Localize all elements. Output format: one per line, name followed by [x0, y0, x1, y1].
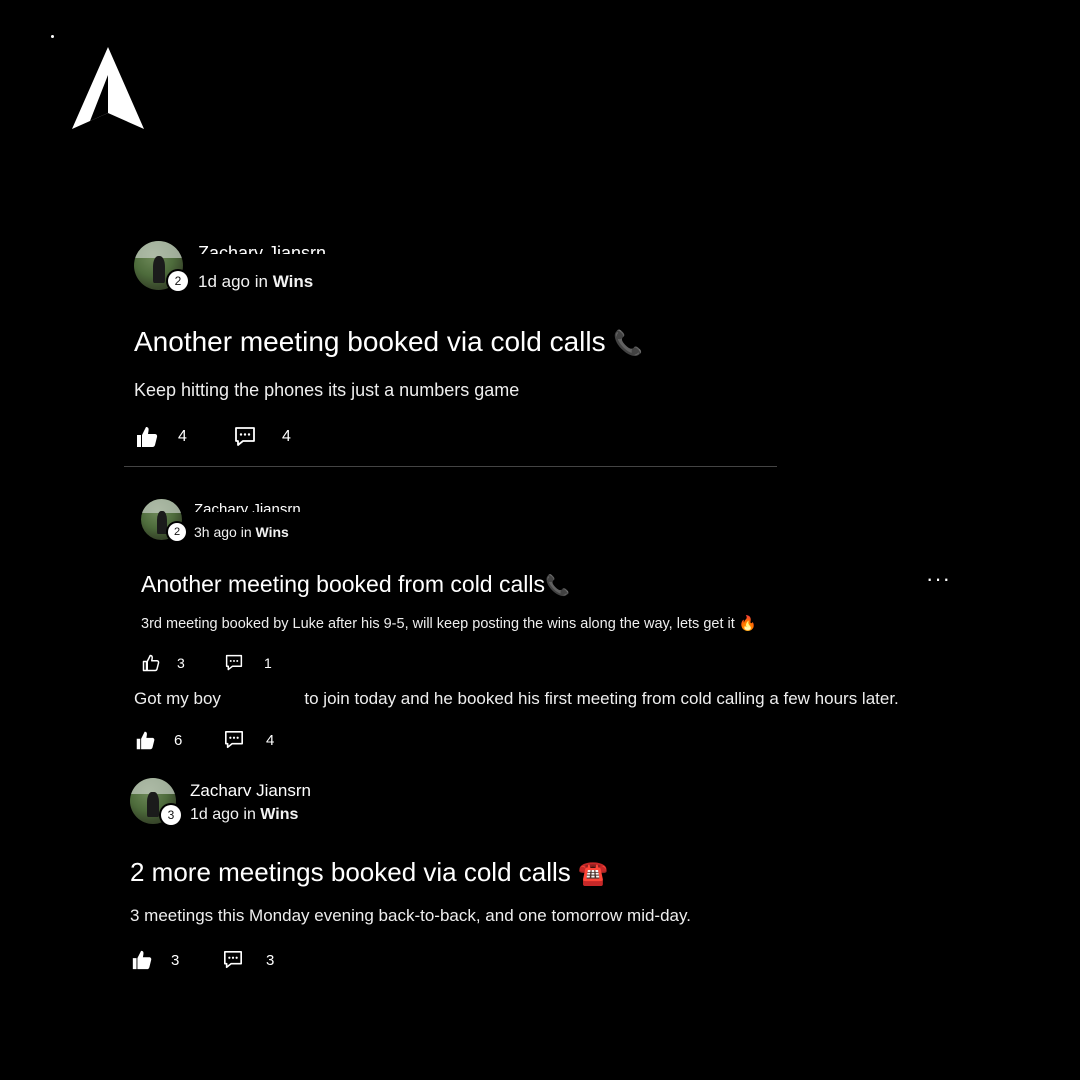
post-title[interactable]: Another meeting booked from cold calls📞: [141, 571, 570, 598]
like-button[interactable]: [135, 730, 156, 751]
post-body: 3rd meeting booked by Luke after his 9-5…: [141, 615, 757, 632]
comment-button[interactable]: [223, 950, 243, 970]
post-time: 1d ago: [198, 272, 250, 291]
level-badge: 3: [161, 805, 181, 825]
post-title-text: Another meeting booked from cold calls: [141, 571, 545, 597]
like-count: 3: [177, 655, 185, 671]
brand-logo: [70, 45, 146, 131]
comment-count: 3: [266, 952, 275, 969]
phone-emoji: 📞: [613, 330, 644, 357]
level-badge: 2: [168, 523, 186, 541]
thumbs-up-icon: [136, 731, 155, 750]
level-badge: 2: [168, 271, 188, 291]
post-title[interactable]: 2 more meetings booked via cold calls ☎️: [130, 857, 608, 888]
post-body: Got my boy to join today and he booked h…: [134, 689, 899, 709]
phone-emoji: 📞: [545, 575, 570, 597]
more-options-button[interactable]: ···: [926, 566, 951, 592]
post-meta: 3h ago in Wins: [194, 524, 289, 540]
post-time: 1d ago: [190, 806, 239, 823]
like-count: 4: [178, 428, 187, 445]
thumbs-up-icon: [142, 654, 160, 672]
in-label: in: [240, 524, 252, 540]
corner-dot: [51, 35, 54, 38]
thumbs-up-icon: [137, 427, 158, 447]
fire-emoji: 🔥: [738, 616, 757, 632]
thumbs-up-icon: [132, 950, 152, 970]
in-label: in: [254, 272, 268, 291]
comment-count: 4: [282, 428, 291, 445]
post-time: 3h ago: [194, 524, 237, 540]
post-body-suffix: to join today and he booked his first me…: [304, 689, 899, 708]
like-button[interactable]: [142, 654, 160, 672]
comment-icon: [225, 654, 243, 671]
category-link[interactable]: Wins: [260, 806, 298, 823]
post-body: Keep hitting the phones its just a numbe…: [134, 380, 520, 400]
like-count: 6: [174, 732, 183, 749]
like-button[interactable]: [135, 425, 159, 449]
author-name[interactable]: Zachary Jiansrn: [194, 499, 324, 512]
category-link[interactable]: Wins: [256, 524, 289, 540]
comment-icon: [224, 951, 242, 969]
post-body-text: 3rd meeting booked by Luke after his 9-5…: [141, 616, 735, 632]
in-label: in: [243, 806, 256, 823]
like-count: 3: [171, 952, 180, 969]
comment-count: 1: [264, 655, 272, 671]
author-name[interactable]: Zachary Jiansrn: [190, 780, 330, 796]
post-body-prefix: Got my boy: [134, 689, 221, 708]
comment-button[interactable]: [234, 426, 256, 448]
post-body: 3 meetings this Monday evening back-to-b…: [130, 906, 691, 925]
comment-count: 4: [266, 732, 275, 749]
post-title-text: Another meeting booked via cold calls: [134, 326, 606, 357]
post-meta: 1d ago in Wins: [198, 272, 313, 292]
comment-icon: [225, 731, 243, 749]
post-divider: [124, 466, 777, 467]
like-button[interactable]: [131, 949, 153, 971]
telephone-emoji: ☎️: [578, 860, 608, 887]
category-link[interactable]: Wins: [273, 272, 313, 291]
comment-button[interactable]: [224, 730, 244, 750]
post-title[interactable]: Another meeting booked via cold calls 📞: [134, 326, 643, 358]
post-title-text: 2 more meetings booked via cold calls: [130, 857, 571, 887]
post-meta: 1d ago in Wins: [190, 806, 298, 824]
author-name[interactable]: Zachary Jiansrn: [198, 241, 350, 254]
comment-button[interactable]: [225, 654, 243, 672]
comment-icon: [235, 427, 255, 446]
